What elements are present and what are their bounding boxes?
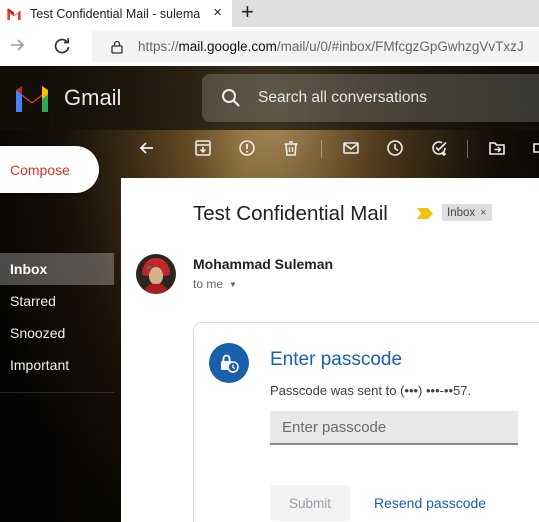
toolbar-separator [321,140,322,158]
message-subject: Test Confidential Mail [193,202,388,225]
back-arrow-icon[interactable] [137,138,157,158]
add-task-icon[interactable] [429,138,449,158]
compose-label: Compose [10,161,70,178]
sidebar-item-important[interactable]: Important [0,349,114,381]
gmail-favicon-icon [7,8,21,20]
browser-tab[interactable]: Test Confidential Mail - suleman × [0,0,232,27]
inbox-label-chip: Inbox × [442,204,492,221]
url-text: https://mail.google.com/mail/u/0/#inbox/… [138,39,524,54]
chevron-down-icon[interactable]: ▼ [229,280,237,289]
gmail-header: Gmail Search all conversations [0,66,539,130]
sidebar-item-starred[interactable]: Starred [0,285,114,317]
search-input[interactable]: Search all conversations [258,89,427,107]
recipient-details[interactable]: to me ▼ [193,277,237,291]
forward-arrow-icon[interactable] [9,36,27,54]
report-spam-icon[interactable] [237,138,257,158]
passcode-placeholder: Enter passcode [282,418,387,436]
remove-label-icon[interactable]: × [480,207,486,219]
app-name: Gmail [64,85,122,110]
trash-icon[interactable] [281,138,301,158]
sender-avatar[interactable] [136,254,176,294]
url-domain: mail.google.com [178,39,277,54]
passcode-input[interactable]: Enter passcode [270,411,518,445]
mark-unread-icon[interactable] [341,138,361,158]
snooze-clock-icon[interactable] [385,138,405,158]
sidebar-divider [0,392,114,393]
tab-title: Test Confidential Mail - suleman [30,6,200,21]
archive-icon[interactable] [193,138,213,158]
search-bar[interactable]: Search all conversations [202,74,539,122]
sidebar-item-inbox[interactable]: Inbox [0,253,114,285]
sender-name: Mohammad Suleman [193,256,334,272]
tab-close-icon[interactable]: × [213,5,222,21]
important-marker-icon[interactable] [417,208,433,219]
sidebar-nav: Inbox Starred Snoozed Important [0,253,114,381]
labels-icon[interactable] [531,138,539,158]
gmail-app: Gmail Search all conversations Compose I… [0,66,539,522]
resend-passcode-link[interactable]: Resend passcode [374,495,486,511]
submit-button[interactable]: Submit [270,485,350,521]
url-path: /mail/u/0/#inbox/FMfcgzGpGwhzgVvTxzJ [276,39,524,54]
label-chip-text: Inbox [447,206,476,219]
passcode-title: Enter passcode [270,349,403,370]
move-to-icon[interactable] [487,138,507,158]
browser-toolbar: https://mail.google.com/mail/u/0/#inbox/… [0,27,539,66]
message-pane: Test Confidential Mail Inbox × Mohammad … [121,178,539,522]
passcode-card: Enter passcode Passcode was sent to (•••… [193,322,539,522]
browser-tabstrip: Test Confidential Mail - suleman × + [0,0,539,27]
search-icon[interactable] [220,87,242,109]
sidebar-item-snoozed[interactable]: Snoozed [0,317,114,349]
new-tab-icon[interactable]: + [241,1,254,23]
gmail-logo-icon[interactable] [14,84,50,112]
compose-button[interactable]: Compose [0,146,99,193]
lock-icon [111,40,123,54]
passcode-sent-note: Passcode was sent to (•••) •••-••57. [270,383,472,398]
lock-clock-icon [209,343,249,383]
recipient-text: to me [193,277,224,291]
address-bar[interactable]: https://mail.google.com/mail/u/0/#inbox/… [92,31,539,62]
avatar-portrait-image [136,254,176,294]
url-prefix: https:// [138,39,179,54]
reload-icon[interactable] [52,36,72,56]
toolbar-separator [467,140,468,158]
